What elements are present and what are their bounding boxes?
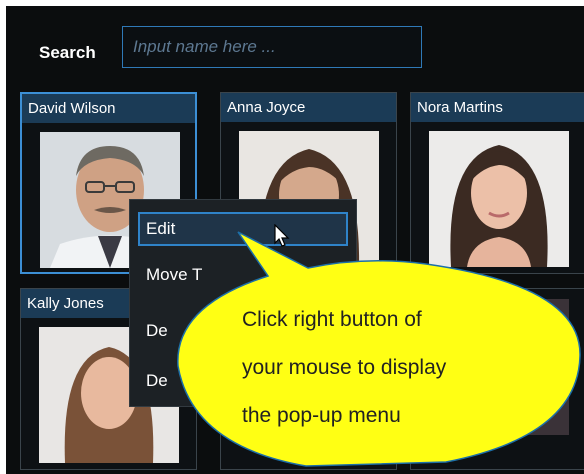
menu-item-edit[interactable]: Edit <box>138 212 348 246</box>
face-card-name: Anna Joyce <box>221 93 396 122</box>
mouse-pointer-icon <box>274 224 290 247</box>
menu-item-move-to[interactable]: Move T <box>138 258 348 292</box>
face-card-name: David Wilson <box>22 94 195 123</box>
face-card-name: Nora Martins <box>411 93 584 122</box>
face-card-nora-martins[interactable]: Nora Martins <box>410 92 584 274</box>
callout-line: the pop-up menu <box>242 404 401 427</box>
face-database-panel: Search David Wilson Anna <box>6 6 584 474</box>
screenshot-stage: Search David Wilson Anna <box>0 0 584 474</box>
face-photo <box>429 131 569 267</box>
callout-line: Click right button of <box>242 308 422 331</box>
callout-line: your mouse to display <box>242 356 447 379</box>
search-label: Search <box>39 43 96 62</box>
search-input[interactable] <box>122 26 422 68</box>
callout-text: Click right button of your mouse to disp… <box>242 296 542 440</box>
